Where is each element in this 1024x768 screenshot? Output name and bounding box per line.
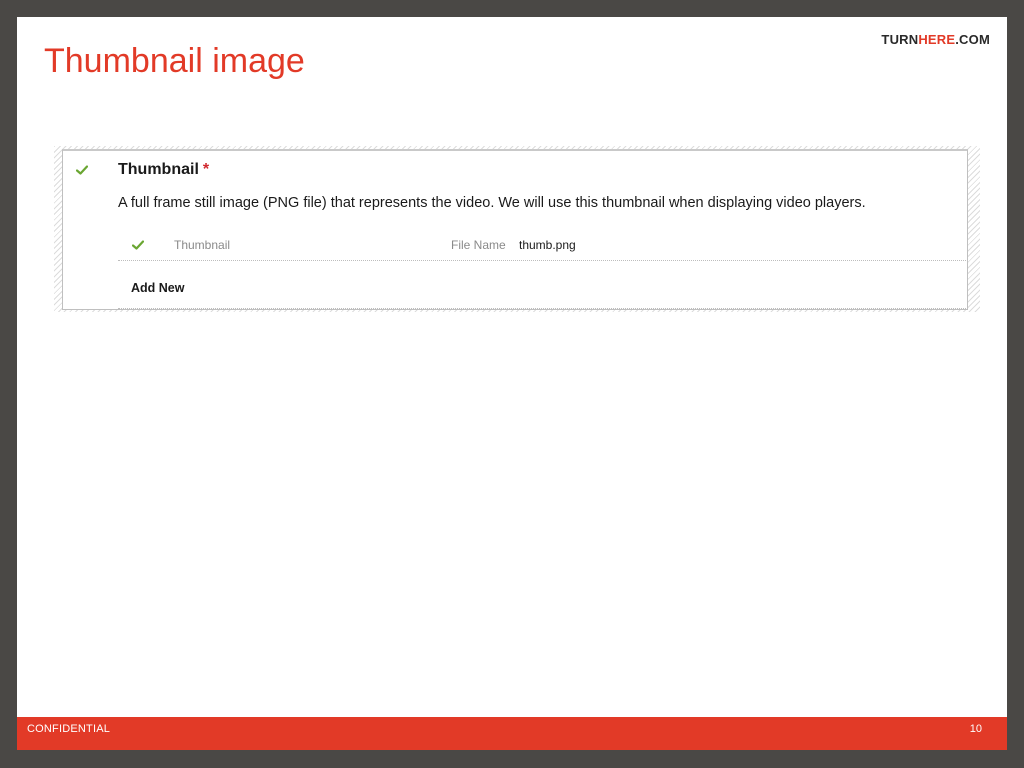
confidential-label: CONFIDENTIAL (27, 723, 111, 735)
required-marker: * (202, 161, 210, 178)
thumbnail-panel: Thumbnail * A full frame still image (PNG… (62, 149, 968, 310)
add-new-link[interactable]: Add New (131, 281, 184, 295)
page-number: 10 (969, 723, 982, 735)
brand-suffix: .COM (955, 32, 990, 47)
check-icon (132, 240, 144, 250)
file-name-value: thumb.png (519, 238, 576, 252)
file-name-label: File Name (451, 238, 506, 252)
section-title-text: Thumbnail (118, 161, 199, 178)
add-new-row: Add New (118, 277, 966, 309)
thumbnail-item-row[interactable]: Thumbnail File Name thumb.png (118, 229, 966, 261)
section-description: A full frame still image (PNG file) that… (118, 195, 866, 211)
slide: Thumbnail image TURNHERE.COM Thumbnail * … (17, 17, 1007, 750)
footer-bar: CONFIDENTIAL 10 (17, 717, 1007, 750)
brand-logo: TURNHERE.COM (881, 32, 990, 47)
brand-prefix: TURN (881, 32, 919, 47)
item-label: Thumbnail (174, 238, 231, 252)
check-icon (76, 165, 88, 175)
slide-title: Thumbnail image (44, 42, 305, 80)
section-title: Thumbnail * (118, 161, 209, 179)
screenshot-frame: Thumbnail * A full frame still image (PNG… (54, 146, 980, 312)
brand-accent: HERE (918, 32, 956, 47)
